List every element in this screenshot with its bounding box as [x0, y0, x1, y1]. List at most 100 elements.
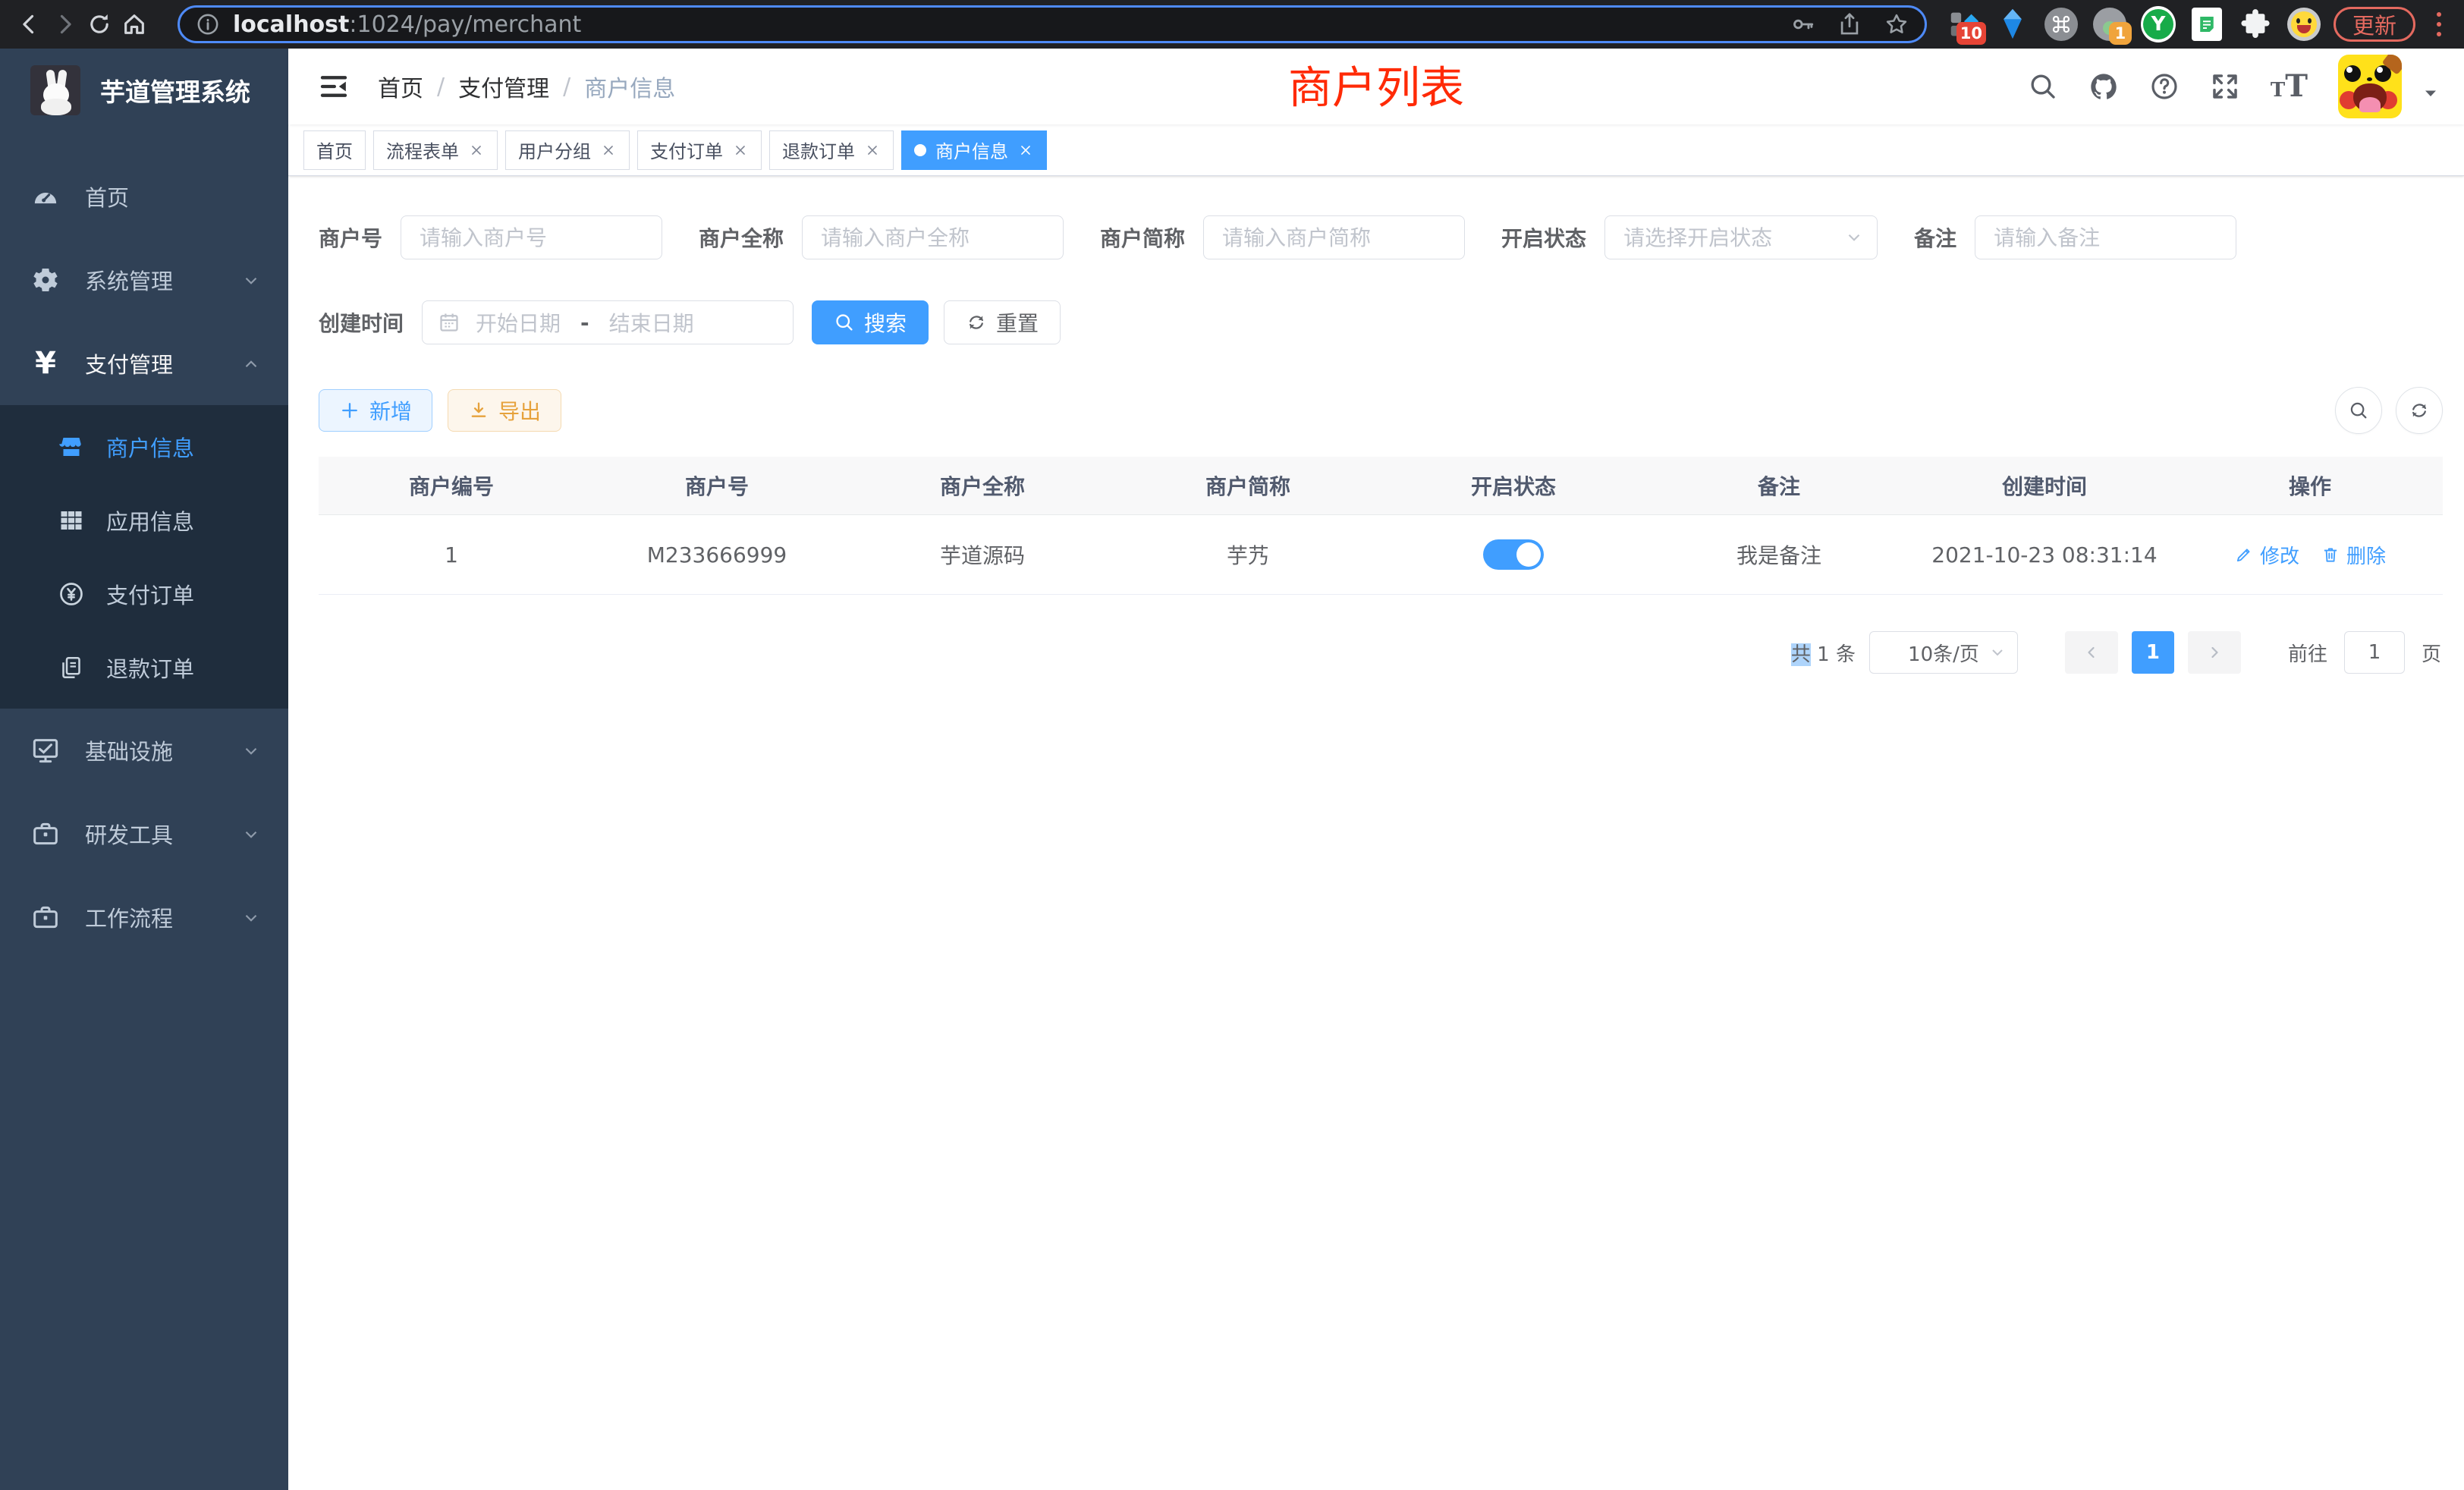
- extension-tabs-icon[interactable]: 10: [1947, 7, 1982, 42]
- tab-pay-order[interactable]: 支付订单: [637, 130, 762, 170]
- tab-user-group[interactable]: 用户分组: [505, 130, 630, 170]
- close-icon[interactable]: [600, 142, 617, 159]
- help-icon[interactable]: [2149, 71, 2180, 102]
- chevron-down-icon: [241, 740, 261, 760]
- chevron-right-icon: [2205, 643, 2224, 662]
- extension-notes-icon[interactable]: [2189, 7, 2224, 42]
- page-info-icon[interactable]: [195, 11, 221, 37]
- merchant-no-input[interactable]: [401, 215, 662, 259]
- sidebar-item-pay-order[interactable]: 支付订单: [0, 557, 288, 630]
- remark-label: 备注: [1914, 222, 1956, 253]
- chevron-left-icon: [2082, 643, 2101, 662]
- font-size-icon[interactable]: TT: [2271, 71, 2308, 102]
- delete-link[interactable]: 删除: [2321, 541, 2386, 569]
- sidebar-item-label: 退款订单: [106, 652, 194, 684]
- goto-page-input[interactable]: [2344, 631, 2405, 674]
- search-icon: [2348, 400, 2369, 421]
- page-unit-label: 页: [2422, 639, 2441, 667]
- refresh-icon: [966, 312, 987, 333]
- sidebar-item-pay[interactable]: ¥ 支付管理: [0, 322, 288, 405]
- url-text[interactable]: localhost:1024/pay/merchant: [233, 11, 1777, 38]
- browser-home-button[interactable]: [117, 7, 152, 42]
- tab-refund-order[interactable]: 退款订单: [769, 130, 894, 170]
- tab-home[interactable]: 首页: [303, 130, 366, 170]
- sidebar-item-merchant-info[interactable]: 商户信息: [0, 410, 288, 483]
- refresh-table-button[interactable]: [2396, 387, 2443, 434]
- sidebar-item-app-info[interactable]: 应用信息: [0, 483, 288, 557]
- remark-input[interactable]: [1975, 215, 2236, 259]
- date-start-placeholder[interactable]: 开始日期: [476, 307, 561, 338]
- tab-merchant-info[interactable]: 商户信息: [901, 130, 1047, 170]
- prev-page-button[interactable]: [2065, 631, 2118, 674]
- tab-process-form[interactable]: 流程表单: [373, 130, 498, 170]
- extension-balloon-icon[interactable]: [1995, 7, 2030, 42]
- sidebar-item-label: 支付管理: [85, 347, 241, 379]
- sidebar-item-system[interactable]: 系统管理: [0, 238, 288, 322]
- browser-update-button[interactable]: 更新: [2334, 7, 2415, 42]
- close-icon[interactable]: [732, 142, 749, 159]
- user-menu-caret-icon[interactable]: [2422, 84, 2440, 102]
- page-size-select[interactable]: 10条/页: [1869, 631, 2018, 674]
- create-time-range-picker[interactable]: 开始日期 - 结束日期: [422, 300, 794, 344]
- table-header-row: 商户编号 商户号 商户全称 商户简称 开启状态 备注 创建时间 操作: [319, 457, 2443, 515]
- close-icon[interactable]: [864, 142, 881, 159]
- password-key-icon[interactable]: [1790, 11, 1815, 37]
- short-name-input[interactable]: [1203, 215, 1465, 259]
- url-bar[interactable]: localhost:1024/pay/merchant: [178, 5, 1927, 43]
- status-select[interactable]: [1604, 215, 1878, 259]
- sidebar-item-workflow[interactable]: 工作流程: [0, 875, 288, 959]
- close-icon[interactable]: [1017, 142, 1034, 159]
- date-end-placeholder[interactable]: 结束日期: [609, 307, 694, 338]
- status-toggle[interactable]: [1483, 539, 1544, 570]
- reload-icon: [86, 11, 112, 37]
- sidebar-item-infra[interactable]: 基础设施: [0, 709, 288, 792]
- browser-back-button[interactable]: [12, 7, 47, 42]
- search-button[interactable]: 搜索: [812, 300, 929, 344]
- sidebar-item-home[interactable]: 首页: [0, 155, 288, 238]
- header-search-icon[interactable]: [2028, 71, 2058, 102]
- toggle-search-button[interactable]: [2335, 387, 2382, 434]
- extension-command-icon[interactable]: [2044, 7, 2079, 42]
- browser-menu-icon[interactable]: [2426, 7, 2452, 42]
- reset-button[interactable]: 重置: [944, 300, 1061, 344]
- goto-label: 前往: [2288, 639, 2327, 667]
- browser-forward-button[interactable]: [47, 7, 82, 42]
- page-number-1[interactable]: 1: [2132, 631, 2174, 674]
- fullscreen-icon[interactable]: [2210, 71, 2240, 102]
- edit-link[interactable]: 修改: [2234, 541, 2299, 569]
- briefcase-icon: [30, 902, 61, 932]
- extension-status-icon[interactable]: 1: [2092, 7, 2127, 42]
- breadcrumb: 首页 / 支付管理 / 商户信息: [378, 70, 675, 103]
- next-page-button[interactable]: [2188, 631, 2241, 674]
- merchant-table: 商户编号 商户号 商户全称 商户简称 开启状态 备注 创建时间 操作 1 M23…: [319, 457, 2443, 595]
- add-button[interactable]: 新增: [319, 389, 432, 432]
- trash-icon: [2321, 545, 2340, 564]
- pagination: 共 1 条 10条/页 1 前往 页: [319, 631, 2443, 674]
- edit-pencil-icon: [2234, 545, 2254, 564]
- close-icon[interactable]: [468, 142, 485, 159]
- sidebar-item-label: 应用信息: [106, 505, 194, 536]
- bookmark-star-icon[interactable]: [1884, 11, 1909, 37]
- export-button[interactable]: 导出: [448, 389, 561, 432]
- user-avatar[interactable]: [2338, 55, 2402, 118]
- sidebar-item-dev-tools[interactable]: 研发工具: [0, 792, 288, 875]
- github-icon[interactable]: [2088, 71, 2119, 102]
- back-icon: [17, 11, 42, 37]
- plus-icon: [339, 400, 360, 421]
- browser-reload-button[interactable]: [82, 7, 117, 42]
- sidebar-logo[interactable]: 芋道管理系统: [0, 49, 288, 132]
- column-header: 商户全称: [850, 457, 1115, 514]
- full-name-input[interactable]: [802, 215, 1064, 259]
- short-name-label: 商户简称: [1100, 222, 1185, 253]
- sidebar-fold-icon[interactable]: [319, 71, 349, 102]
- extension-emoji-icon[interactable]: [2286, 7, 2321, 42]
- extension-puzzle-icon[interactable]: [2238, 7, 2273, 42]
- breadcrumb-pay[interactable]: 支付管理: [458, 70, 549, 103]
- breadcrumb-home[interactable]: 首页: [378, 70, 423, 103]
- extension-y-icon[interactable]: Y: [2141, 7, 2176, 42]
- sidebar-item-refund-order[interactable]: 退款订单: [0, 630, 288, 704]
- share-icon[interactable]: [1837, 11, 1862, 37]
- briefcase-icon: [30, 819, 61, 849]
- yen-circle-icon: [58, 580, 85, 608]
- sidebar-item-label: 系统管理: [85, 264, 241, 296]
